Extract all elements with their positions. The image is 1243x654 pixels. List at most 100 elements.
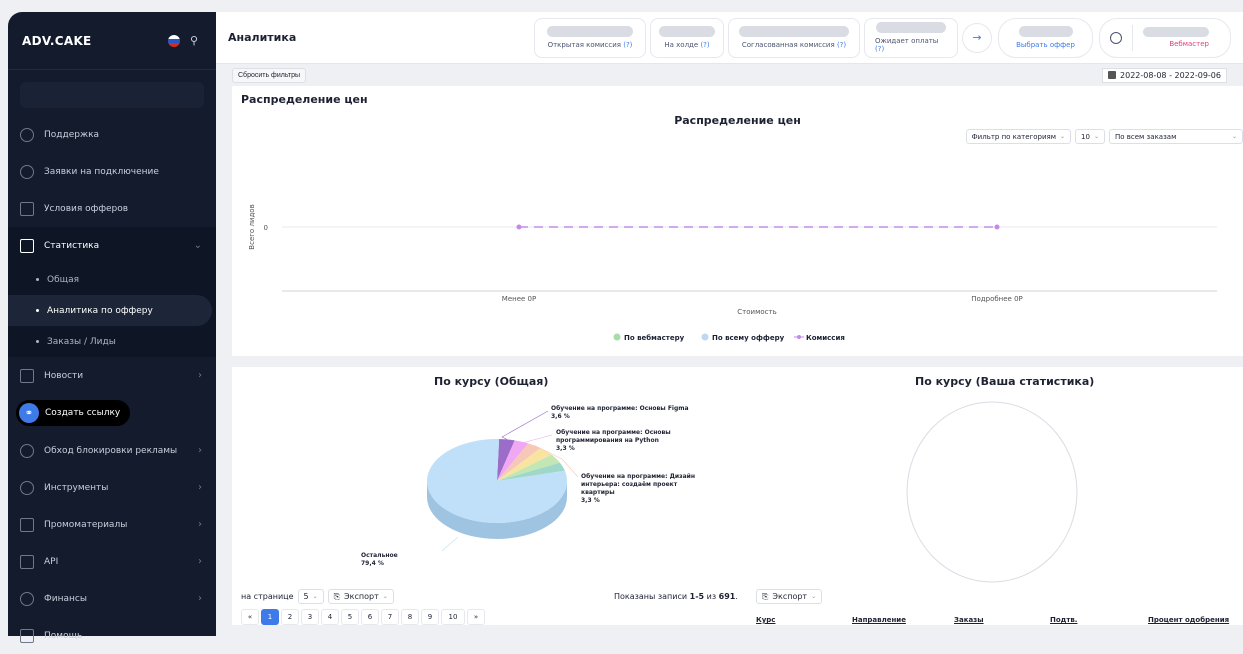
statistics-submenu: Общая Аналитика по офферу Заказы / Лиды: [8, 264, 216, 357]
page-9[interactable]: 9: [421, 609, 439, 625]
page-4[interactable]: 4: [321, 609, 339, 625]
export-button-left[interactable]: ⎘ Экспорт ⌄: [327, 589, 394, 604]
create-link-button[interactable]: ⚭ Создать ссылку: [16, 400, 130, 426]
export-icon: ⎘: [333, 591, 341, 601]
sidebar-item-finance[interactable]: Финансы ›: [8, 580, 216, 617]
user-menu[interactable]: Вебмастер: [1099, 17, 1231, 58]
page-next[interactable]: »: [467, 609, 485, 625]
x-axis-label: Стоимость: [737, 308, 776, 316]
price-distribution-chart: 0 Всего лидов Менее 0Р Подробнее 0Р Стоимост…: [248, 204, 1217, 342]
stat-open-commission: Открытая комиссия (?): [534, 17, 646, 58]
sidebar-item-label: Промоматериалы: [44, 519, 128, 530]
slice-value: 3,3 %: [556, 445, 575, 452]
per-page-control: на странице 5 ⌄ ⎘ Экспорт ⌄: [241, 589, 394, 604]
user-info: Вебмастер: [1143, 27, 1209, 48]
reset-filters-button[interactable]: Сбросить фильтры: [232, 67, 307, 83]
export-button-right[interactable]: ⎘ Экспорт ⌄: [756, 589, 823, 604]
language-flag-icon[interactable]: [168, 34, 180, 47]
pie-label: Обучение на программе: Основы программир…: [556, 429, 706, 453]
sidebar-item-requests[interactable]: Заявки на подключение: [8, 153, 216, 190]
document-icon: [20, 201, 34, 216]
per-page-select[interactable]: 5 ⌄: [297, 589, 324, 604]
chevron-right-icon: ›: [198, 556, 202, 567]
sidebar-item-label: Новости: [44, 370, 84, 381]
page-10[interactable]: 10: [441, 609, 465, 625]
date-range-picker[interactable]: 2022-08-08 - 2022-09-06: [1102, 67, 1227, 83]
page-6[interactable]: 6: [361, 609, 379, 625]
chevron-right-icon: ›: [198, 445, 202, 456]
page-5[interactable]: 5: [341, 609, 359, 625]
legend-marker: [701, 333, 709, 341]
bullet-icon: [36, 278, 39, 281]
page-2[interactable]: 2: [281, 609, 299, 625]
page-1[interactable]: 1: [261, 609, 279, 625]
empty-pie-outline: [906, 401, 1078, 583]
page-prev[interactable]: «: [241, 609, 259, 625]
sidebar-item-offer-terms[interactable]: Условия офферов: [8, 190, 216, 227]
y-tick-label: 0: [264, 224, 268, 232]
sidebar: ADV.CAKE ⚲ Поддержка Заявки на подключен…: [8, 12, 216, 643]
column-approval-rate[interactable]: Процент одобрения: [1148, 616, 1229, 624]
sidebar-item-api[interactable]: API ›: [8, 543, 216, 580]
help-link[interactable]: (?): [700, 41, 709, 49]
user-icon: [1110, 31, 1122, 44]
pagination: « 1 2 3 4 5 6 7 8 9 10 »: [241, 609, 485, 625]
blurred-username: [1143, 27, 1209, 37]
export-label: Экспорт: [772, 592, 808, 601]
monitor-icon: [20, 238, 34, 253]
bullet-icon: [36, 309, 39, 312]
column-confirmed[interactable]: Подтв.: [1050, 616, 1148, 624]
export-icon: ⎘: [762, 591, 769, 601]
stat-caption: Открытая комиссия (?): [548, 41, 633, 49]
sidebar-item-news[interactable]: Новости ›: [8, 357, 216, 394]
stat-caption: На холде (?): [664, 41, 709, 49]
slice-value: 79,4 %: [361, 560, 384, 567]
page-3[interactable]: 3: [301, 609, 319, 625]
select-offer-button[interactable]: Выбрать оффер: [998, 17, 1093, 58]
page-8[interactable]: 8: [401, 609, 419, 625]
blurred-balance: [20, 82, 204, 108]
tools-icon: [20, 480, 34, 495]
y-axis-label: Всего лидов: [248, 204, 256, 249]
sidebar-item-statistics[interactable]: Статистика ⌄: [8, 227, 216, 264]
column-orders[interactable]: Заказы: [954, 616, 1050, 624]
column-course[interactable]: Курс: [756, 616, 852, 624]
records-shown: Показаны записи 1-5 из 691.: [614, 592, 738, 601]
legend-marker: [613, 333, 621, 341]
sidebar-item-promo[interactable]: Промоматериалы ›: [8, 506, 216, 543]
sidebar-subitem-general[interactable]: Общая: [8, 264, 216, 295]
pin-icon[interactable]: ⚲: [190, 34, 202, 48]
bullet-icon: [36, 340, 39, 343]
stat-on-hold: На холде (?): [650, 17, 724, 58]
sidebar-item-label: Обход блокировки рекламы: [44, 445, 178, 456]
api-icon: [20, 554, 34, 569]
sidebar-item-label: Поддержка: [44, 129, 100, 140]
sidebar-item-adblock[interactable]: Обход блокировки рекламы ›: [8, 432, 216, 469]
logo[interactable]: ADV.CAKE: [22, 34, 168, 48]
pie-label: Обучение на программе: Основы Figma 3,6 %: [551, 405, 689, 421]
sidebar-subitem-label: Аналитика по офферу: [47, 305, 153, 316]
sidebar-item-support[interactable]: Поддержка: [8, 116, 216, 153]
pie-label: Остальное 79,4 %: [361, 552, 398, 568]
slice-value: 3,6 %: [551, 413, 570, 420]
leader-line: [521, 434, 553, 444]
sidebar-item-tools[interactable]: Инструменты ›: [8, 469, 216, 506]
main-content: Аналитика Открытая комиссия (?) На холде…: [216, 12, 1243, 636]
sidebar-subitem-orders[interactable]: Заказы / Лиды: [8, 326, 216, 357]
help-link[interactable]: (?): [875, 45, 884, 53]
gift-icon: [20, 517, 34, 532]
chevron-down-icon: ⌄: [811, 593, 817, 600]
stat-caption: Согласованная комиссия (?): [742, 41, 846, 49]
help-link[interactable]: (?): [837, 41, 846, 49]
arrow-right-icon[interactable]: →: [962, 22, 992, 53]
help-link[interactable]: (?): [623, 41, 632, 49]
sidebar-subitem-offer-analytics[interactable]: Аналитика по офферу: [8, 295, 212, 326]
news-icon: [20, 368, 34, 383]
stat-approved-commission: Согласованная комиссия (?): [728, 17, 860, 58]
divider: [1132, 24, 1133, 51]
sidebar-subitem-label: Заказы / Лиды: [47, 336, 116, 347]
x-tick-label: Менее 0Р: [502, 295, 536, 303]
question-circle-icon: [20, 127, 34, 142]
page-7[interactable]: 7: [381, 609, 399, 625]
pie-label: Обучение на программе: Дизайн интерьера:…: [581, 473, 701, 505]
